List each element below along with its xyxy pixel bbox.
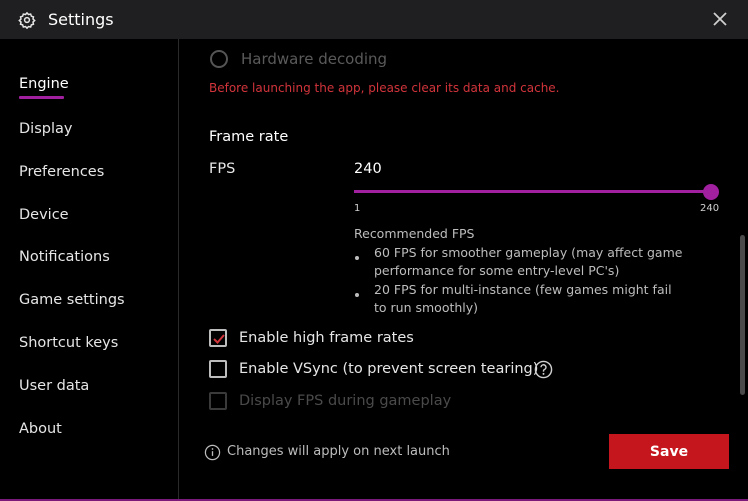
gear-icon	[18, 11, 36, 29]
sidebar-item-about[interactable]: About	[19, 421, 62, 437]
recommended-fps-list: 60 FPS for smoother gameplay (may affect…	[354, 244, 684, 318]
active-tab-indicator	[19, 96, 64, 99]
sidebar-item-user-data[interactable]: User data	[19, 378, 89, 394]
display-fps-checkbox[interactable]	[209, 392, 227, 410]
save-button[interactable]: Save	[609, 434, 729, 469]
sidebar-item-engine[interactable]: Engine	[19, 76, 69, 92]
apply-on-launch-note: Changes will apply on next launch	[227, 444, 450, 459]
sidebar-item-device[interactable]: Device	[19, 207, 69, 223]
fps-slider-thumb[interactable]	[703, 184, 719, 200]
list-item: 60 FPS for smoother gameplay (may affect…	[354, 244, 684, 280]
frame-rate-heading: Frame rate	[209, 129, 289, 145]
sidebar-item-notifications[interactable]: Notifications	[19, 249, 110, 265]
sidebar: Engine Display Preferences Device Notifi…	[0, 39, 179, 501]
hardware-decoding-radio[interactable]	[210, 50, 228, 68]
fps-slider-min-label: 1	[354, 203, 361, 214]
help-icon[interactable]	[534, 360, 553, 379]
sidebar-item-shortcut-keys[interactable]: Shortcut keys	[19, 335, 118, 351]
fps-slider-fill	[354, 190, 711, 193]
vsync-checkbox[interactable]	[209, 360, 227, 378]
info-icon	[204, 444, 221, 461]
check-icon	[213, 334, 225, 344]
title-bar: Settings	[0, 0, 748, 39]
sidebar-item-game-settings[interactable]: Game settings	[19, 292, 125, 308]
sidebar-item-preferences[interactable]: Preferences	[19, 164, 104, 180]
display-fps-label: Display FPS during gameplay	[239, 393, 452, 409]
high-frame-rates-label: Enable high frame rates	[239, 330, 414, 346]
fps-value: 240	[354, 161, 382, 177]
sidebar-item-display[interactable]: Display	[19, 121, 72, 137]
clear-data-warning: Before launching the app, please clear i…	[209, 81, 560, 95]
window-title: Settings	[48, 10, 114, 29]
hardware-decoding-label: Hardware decoding	[241, 50, 388, 68]
fps-slider-max-label: 240	[700, 203, 720, 214]
high-frame-rates-checkbox[interactable]	[209, 329, 227, 347]
recommended-fps-title: Recommended FPS	[354, 226, 475, 241]
list-item: 20 FPS for multi-instance (few games mig…	[354, 281, 684, 317]
scrollbar-thumb[interactable]	[740, 235, 745, 395]
fps-slider-track[interactable]	[354, 190, 711, 193]
engine-settings-panel: Hardware decoding Before launching the a…	[180, 39, 748, 501]
vsync-label: Enable VSync (to prevent screen tearing)	[239, 361, 539, 377]
fps-label: FPS	[209, 161, 236, 177]
close-icon[interactable]	[710, 9, 730, 29]
